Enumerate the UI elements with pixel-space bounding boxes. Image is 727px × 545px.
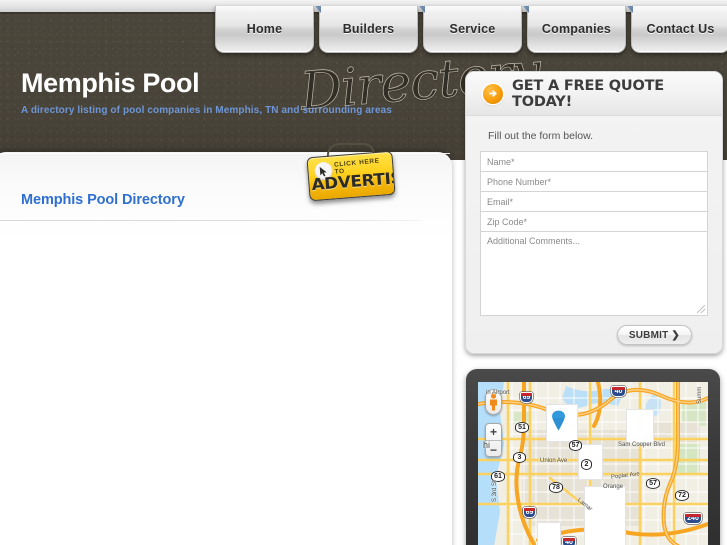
map-route-shield: 2: [581, 459, 592, 470]
advertise-sign[interactable]: CLICK HERE TO ADVERTISE: [306, 150, 396, 202]
map-route-shield: 69: [520, 392, 533, 403]
nav-label-companies: Companies: [541, 22, 612, 36]
map-route-shield: 69: [523, 507, 536, 518]
quote-form: Name* Phone Number* Email* Zip Code* Add…: [466, 151, 722, 345]
map-route-shield: 57: [646, 478, 660, 489]
nav-item-service[interactable]: Service: [423, 6, 522, 53]
name-field[interactable]: Name*: [480, 151, 708, 171]
map-street-label: Union Ave: [540, 458, 568, 464]
map-route-shield: 72: [675, 490, 689, 501]
email-field[interactable]: Email*: [480, 191, 708, 211]
site-title: Memphis Pool: [21, 68, 200, 98]
phone-field[interactable]: Phone Number*: [480, 171, 708, 191]
nav-item-contact-us[interactable]: Contact Us: [631, 6, 727, 53]
nav-item-builders[interactable]: Builders: [319, 6, 418, 53]
heading-divider: [0, 220, 420, 221]
map-route-shield: 51: [515, 422, 529, 433]
main-navigation: Home Builders Service Companies Contact …: [215, 6, 727, 53]
submit-button[interactable]: SUBMIT ❯: [616, 325, 692, 345]
map-canvas[interactable]: + − 40 69 51 57 3 2 61 78 57 72 69 240 4…: [478, 382, 708, 545]
advertise-badge[interactable]: CLICK HERE TO ADVERTISE: [306, 143, 396, 202]
map-route-shield: 40: [611, 386, 626, 397]
map-street-label: S 3rd St: [492, 480, 498, 502]
chevron-right-icon: ❯: [671, 329, 680, 341]
map-street-label: in Airport: [486, 390, 510, 396]
zip-code-field[interactable]: Zip Code*: [480, 211, 708, 231]
map-route-shield: 57: [569, 440, 582, 451]
map-street-label: Orange: [603, 484, 624, 490]
map-zoom-in-button[interactable]: +: [486, 424, 501, 441]
submit-label: SUBMIT: [628, 329, 669, 341]
page-root: Home Builders Service Companies Contact …: [0, 0, 727, 545]
page-heading: Memphis Pool Directory: [21, 192, 185, 208]
map-route-shield: 40: [562, 537, 576, 545]
site-tagline: A directory listing of pool companies in…: [21, 105, 392, 116]
map-route-shield: 78: [549, 482, 563, 493]
nav-label-builders: Builders: [342, 22, 395, 36]
main-content-panel: Memphis Pool Directory: [0, 152, 452, 545]
free-quote-panel: GET A FREE QUOTE TODAY! Fill out the for…: [465, 71, 723, 354]
map-street-label: Summ: [697, 386, 703, 404]
map-street-label: Sam Cooper Blvd: [618, 442, 666, 448]
nav-item-companies[interactable]: Companies: [527, 6, 626, 53]
map-photo-placeholder: [537, 522, 561, 545]
nav-label-home: Home: [246, 22, 283, 36]
map-route-shield: 240: [684, 513, 702, 524]
free-quote-title: GET A FREE QUOTE TODAY!: [512, 77, 664, 110]
map-route-shield: 3: [513, 452, 526, 463]
arrow-right-circle-icon: [483, 83, 503, 104]
additional-comments-textarea[interactable]: Additional Comments...: [480, 231, 708, 316]
map-photo-placeholder: [584, 486, 626, 545]
free-quote-header: GET A FREE QUOTE TODAY!: [466, 72, 722, 116]
map-street-label: hi: [483, 440, 491, 450]
map-photo-placeholder: [626, 409, 654, 444]
nav-label-service: Service: [449, 22, 496, 36]
map-widget-frame: + − 40 69 51 57 3 2 61 78 57 72 69 240 4…: [466, 369, 720, 545]
nav-label-contact-us: Contact Us: [646, 22, 715, 36]
map-location-marker[interactable]: [551, 410, 566, 431]
nav-item-home[interactable]: Home: [215, 6, 314, 53]
submit-row: SUBMIT ❯: [480, 316, 708, 345]
free-quote-subtitle: Fill out the form below.: [488, 130, 594, 142]
